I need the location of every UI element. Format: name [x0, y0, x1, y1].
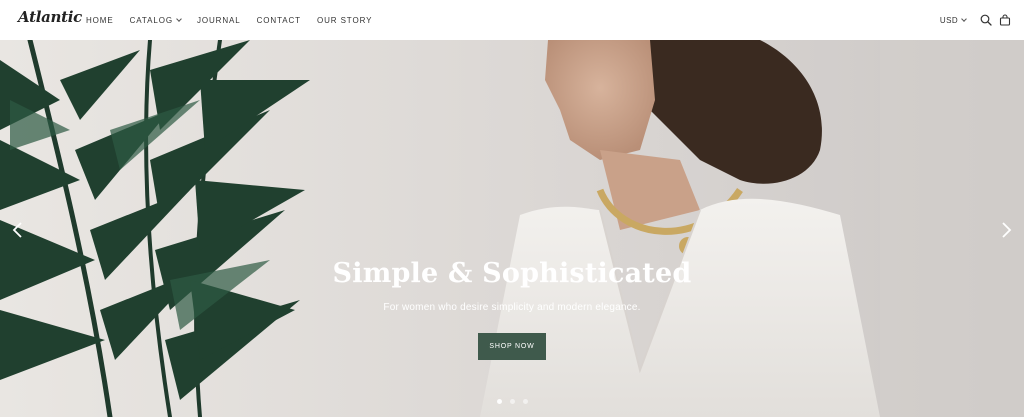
cart-button[interactable]	[998, 13, 1012, 27]
currency-label: USD	[939, 15, 958, 25]
nav-item-journal[interactable]: JOURNAL	[197, 16, 241, 25]
nav-item-label: OUR STORY	[316, 15, 373, 25]
slide-dot[interactable]	[496, 399, 502, 404]
nav-item-label: JOURNAL	[196, 15, 241, 25]
hero-subtitle: For women who desire simplicity and mode…	[383, 302, 641, 313]
chevron-down-icon	[961, 15, 967, 22]
shop-now-button[interactable]: SHOP NOW	[478, 333, 546, 360]
nav-item-catalog[interactable]: CATALOG	[129, 15, 182, 25]
search-icon	[980, 14, 992, 26]
header-tools: USD	[940, 0, 1012, 40]
nav-item-our-story[interactable]: OUR STORY	[317, 16, 372, 25]
nav-item-label: HOME	[86, 15, 114, 25]
chevron-left-icon	[12, 222, 22, 238]
slide-dot[interactable]	[509, 399, 515, 404]
nav-item-label: CONTACT	[256, 15, 301, 25]
chevron-down-icon	[176, 15, 182, 22]
main-nav: HOME CATALOG JOURNAL CONTACT OUR STORY	[86, 0, 388, 40]
nav-item-home[interactable]: HOME	[86, 16, 114, 25]
hero-image	[0, 40, 1024, 417]
slide-indicators	[0, 399, 1024, 404]
shopping-bag-icon	[999, 14, 1011, 26]
site-header: Atlantic HOME CATALOG JOURNAL CONTACT OU…	[0, 0, 1024, 40]
slide-dot[interactable]	[522, 399, 528, 404]
hero-slideshow: Simple & Sophisticated For women who des…	[0, 40, 1024, 417]
next-slide-button[interactable]	[998, 220, 1014, 240]
nav-item-contact[interactable]: CONTACT	[257, 16, 301, 25]
search-button[interactable]	[979, 13, 993, 27]
site-logo[interactable]: Atlantic	[18, 8, 82, 26]
previous-slide-button[interactable]	[10, 220, 26, 240]
chevron-right-icon	[1002, 222, 1012, 238]
currency-selector[interactable]: USD	[939, 15, 967, 25]
hero-title: Simple & Sophisticated	[332, 258, 692, 289]
nav-item-label: CATALOG	[129, 15, 173, 25]
